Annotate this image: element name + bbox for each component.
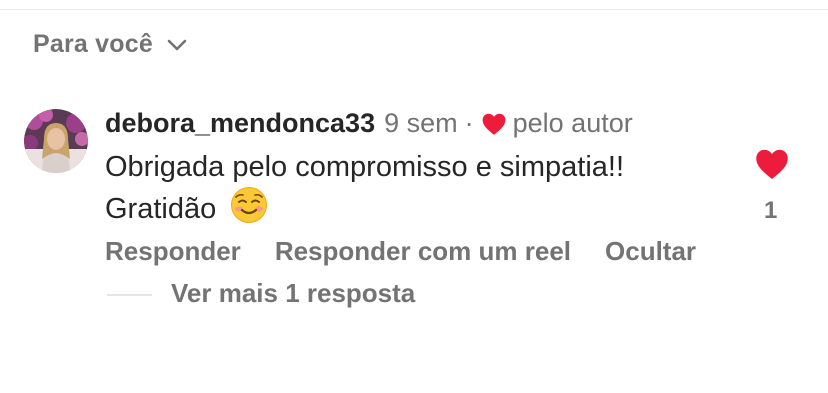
heart-filled-icon [756,149,788,179]
replies-divider [107,294,152,296]
smiling-face-icon [230,186,268,234]
comment-item: debora_mendonca33 9 sem · pelo autor Obr… [0,0,828,393]
comment-text-line1: Obrigada pelo compromisso e simpatia!! [105,151,625,183]
view-replies-button[interactable]: Ver mais 1 resposta [171,278,415,309]
like-count[interactable]: 1 [764,197,777,225]
liked-by-author-label: pelo autor [512,108,633,138]
username-link[interactable]: debora_mendonca33 [105,108,375,139]
comment-text: Obrigada pelo compromisso e simpatia!! G… [105,148,735,234]
comment-time: 9 sem [384,108,458,138]
comment-actions: Responder Responder com um reel Ocultar [105,236,696,267]
meta-separator: · [464,108,474,138]
comment-meta: debora_mendonca33 9 sem · pelo autor [105,108,633,139]
comments-panel: Para você debora_mendonca33 9 sem · pelo… [0,0,828,393]
avatar[interactable] [24,109,88,173]
heart-filled-icon [481,112,507,136]
like-button[interactable] [754,147,790,181]
reply-button[interactable]: Responder [105,236,241,267]
reply-with-reel-button[interactable]: Responder com um reel [275,236,571,267]
hide-button[interactable]: Ocultar [605,236,696,267]
comment-text-line2: Gratidão [105,193,217,225]
